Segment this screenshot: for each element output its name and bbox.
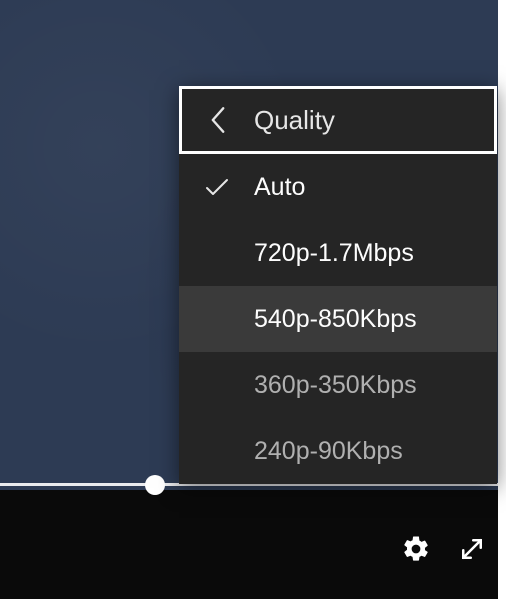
quality-menu-items: Auto 720p-1.7Mbps 540p-850Kbps 360p-350Kbps… xyxy=(179,154,497,484)
quality-option[interactable]: 240p-90Kbps xyxy=(179,418,497,484)
quality-menu-title: Quality xyxy=(254,105,335,136)
fullscreen-icon xyxy=(457,534,487,564)
check-icon xyxy=(179,176,254,198)
quality-option[interactable]: 540p-850Kbps xyxy=(179,286,497,352)
quality-option[interactable]: 720p-1.7Mbps xyxy=(179,220,497,286)
quality-option-label: 540p-850Kbps xyxy=(254,305,417,334)
right-white-edge xyxy=(498,0,506,599)
quality-menu: Quality Auto 720p-1.7Mbps 540p-850Kbps 360p… xyxy=(179,86,497,484)
progress-thumb[interactable] xyxy=(145,475,165,495)
quality-option[interactable]: Auto xyxy=(179,154,497,220)
quality-option-label: 360p-350Kbps xyxy=(254,371,417,400)
quality-option[interactable]: 360p-350Kbps xyxy=(179,352,497,418)
back-icon xyxy=(182,107,254,133)
quality-option-label: Auto xyxy=(254,173,305,202)
quality-option-label: 240p-90Kbps xyxy=(254,437,403,466)
fullscreen-button[interactable] xyxy=(448,525,496,573)
quality-menu-header[interactable]: Quality xyxy=(179,86,497,154)
settings-button[interactable] xyxy=(392,525,440,573)
gear-icon xyxy=(401,534,431,564)
video-player-frame: Quality Auto 720p-1.7Mbps 540p-850Kbps 360p… xyxy=(0,0,506,599)
quality-option-label: 720p-1.7Mbps xyxy=(254,239,414,268)
